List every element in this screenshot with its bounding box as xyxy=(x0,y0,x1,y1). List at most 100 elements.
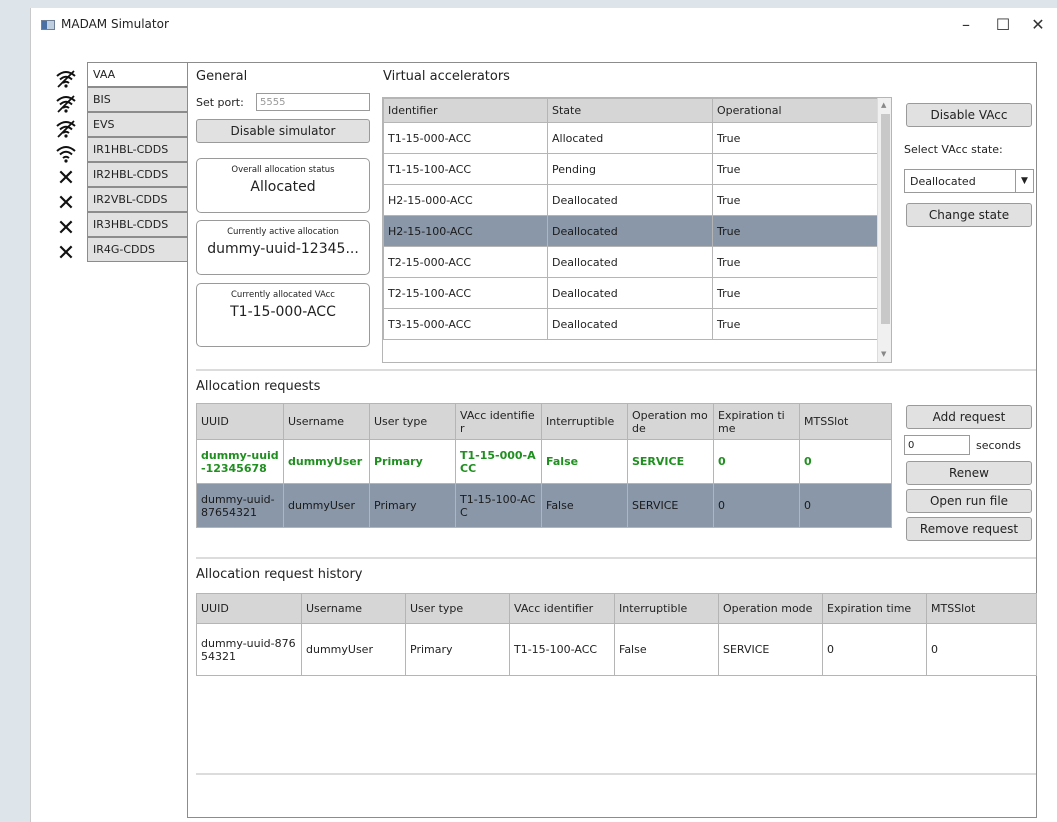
port-input[interactable] xyxy=(256,93,370,111)
maximize-button[interactable]: ☐ xyxy=(986,12,1020,38)
tab-ir2vbl-cdds[interactable]: IR2VBL-CDDS xyxy=(87,187,188,212)
active-allocation-label: Currently active allocation xyxy=(227,227,339,237)
table-cell: True xyxy=(712,215,878,247)
column-header[interactable]: Operation mode xyxy=(627,403,714,440)
wifi-off-icon xyxy=(53,93,79,115)
add-request-button[interactable]: Add request xyxy=(906,405,1032,429)
table-row[interactable]: dummy-uuid-12345678 dummyUser Primary T1-15… xyxy=(196,439,892,484)
table-cell: Allocated xyxy=(547,122,713,154)
vacc-state-select-value: Deallocated xyxy=(910,175,976,188)
table-row[interactable]: H2-15-100-ACC Deallocated True xyxy=(383,215,878,247)
column-header[interactable]: User type xyxy=(405,593,510,624)
table-row[interactable]: T1-15-000-ACC Allocated True xyxy=(383,122,878,154)
active-allocation-value: dummy-uuid-12345... xyxy=(207,241,359,257)
table-cell: Primary xyxy=(405,623,510,676)
tab-ir1hbl-cdds[interactable]: IR1HBL-CDDS xyxy=(87,137,188,162)
table-cell: Deallocated xyxy=(547,184,713,216)
seconds-input[interactable] xyxy=(904,435,970,455)
table-cell: 0 xyxy=(713,439,800,484)
separator xyxy=(196,773,1036,775)
table-cell: False xyxy=(614,623,719,676)
open-run-file-button[interactable]: Open run file xyxy=(906,489,1032,513)
column-header[interactable]: UUID xyxy=(196,593,302,624)
table-cell: dummy-uuid-87654321 xyxy=(196,623,302,676)
table-cell: dummyUser xyxy=(283,439,370,484)
chevron-down-icon[interactable]: ▼ xyxy=(1015,170,1033,192)
vacc-table-scrollbar[interactable]: ▲ ▼ xyxy=(877,98,891,362)
column-header[interactable]: State xyxy=(547,98,713,123)
remove-request-button[interactable]: Remove request xyxy=(906,517,1032,541)
renew-button[interactable]: Renew xyxy=(906,461,1032,485)
column-header[interactable]: Username xyxy=(301,593,406,624)
column-header[interactable]: Expiration time xyxy=(822,593,927,624)
table-cell: Deallocated xyxy=(547,215,713,247)
table-cell: True xyxy=(712,308,878,340)
table-row[interactable]: dummy-uuid-87654321 dummyUser Primary T1-15… xyxy=(196,623,1037,676)
change-state-button[interactable]: Change state xyxy=(906,203,1032,227)
table-row[interactable]: T2-15-100-ACC Deallocated True xyxy=(383,277,878,309)
active-allocation-card: Currently active allocation dummy-uuid-1… xyxy=(196,220,370,275)
tab-ir3hbl-cdds[interactable]: IR3HBL-CDDS xyxy=(87,212,188,237)
x-icon: ✕ xyxy=(56,166,76,191)
table-cell: 0 xyxy=(822,623,927,676)
virtual-accelerators-heading: Virtual accelerators xyxy=(383,69,510,84)
table-row[interactable]: T2-15-000-ACC Deallocated True xyxy=(383,246,878,278)
tab-vaa[interactable]: VAA xyxy=(87,62,190,87)
table-cell: True xyxy=(712,153,878,185)
column-header[interactable]: User type xyxy=(369,403,456,440)
table-row[interactable]: H2-15-000-ACC Deallocated True xyxy=(383,184,878,216)
x-icon: ✕ xyxy=(56,191,76,216)
table-cell: True xyxy=(712,184,878,216)
disable-vacc-button[interactable]: Disable VAcc xyxy=(906,103,1032,127)
disable-simulator-button[interactable]: Disable simulator xyxy=(196,119,370,143)
table-cell: T3-15-000-ACC xyxy=(383,308,548,340)
table-cell: Primary xyxy=(369,439,456,484)
tab-ir4g-cdds[interactable]: IR4G-CDDS xyxy=(87,237,188,262)
table-cell: Deallocated xyxy=(547,308,713,340)
tab-ir2hbl-cdds[interactable]: IR2HBL-CDDS xyxy=(87,162,188,187)
table-cell: 0 xyxy=(799,439,892,484)
allocated-vacc-card: Currently allocated VAcc T1-15-000-ACC xyxy=(196,283,370,347)
column-header[interactable]: VAcc identifier xyxy=(455,403,542,440)
wifi-icon xyxy=(53,143,79,165)
column-header[interactable]: Identifier xyxy=(383,98,548,123)
column-header[interactable]: UUID xyxy=(196,403,284,440)
close-button[interactable]: ✕ xyxy=(1021,12,1055,38)
table-row[interactable]: T3-15-000-ACC Deallocated True xyxy=(383,308,878,340)
table-cell: True xyxy=(712,277,878,309)
tab-bis[interactable]: BIS xyxy=(87,87,188,112)
table-cell: Deallocated xyxy=(547,277,713,309)
column-header[interactable]: Expiration time xyxy=(713,403,800,440)
tab-evs[interactable]: EVS xyxy=(87,112,188,137)
window-title: MADAM Simulator xyxy=(61,17,169,31)
vacc-state-select[interactable]: Deallocated ▼ xyxy=(904,169,1034,193)
table-row[interactable]: T1-15-100-ACC Pending True xyxy=(383,153,878,185)
table-cell: 0 xyxy=(799,483,892,528)
table-cell: SERVICE xyxy=(718,623,823,676)
column-header[interactable]: Interruptible xyxy=(541,403,628,440)
table-cell: dummyUser xyxy=(283,483,370,528)
table-cell: T2-15-100-ACC xyxy=(383,277,548,309)
allocated-vacc-value: T1-15-000-ACC xyxy=(230,304,336,320)
x-icon: ✕ xyxy=(56,216,76,241)
general-heading: General xyxy=(196,69,248,84)
title-bar[interactable]: MADAM Simulator – ☐ ✕ xyxy=(31,8,1057,44)
scroll-down-icon[interactable]: ▼ xyxy=(881,350,886,358)
separator xyxy=(196,369,1036,371)
scroll-up-icon[interactable]: ▲ xyxy=(881,101,886,109)
column-header[interactable]: Interruptible xyxy=(614,593,719,624)
vacc-table: Identifier State Operational T1-15-000-ACC… xyxy=(383,98,878,340)
table-cell: T2-15-000-ACC xyxy=(383,246,548,278)
column-header[interactable]: MTSSlot xyxy=(799,403,892,440)
vacc-scroll-thumb[interactable] xyxy=(881,114,890,324)
column-header[interactable]: VAcc identifier xyxy=(509,593,615,624)
column-header[interactable]: Username xyxy=(283,403,370,440)
wifi-off-icon xyxy=(53,68,79,90)
table-row[interactable]: dummy-uuid-87654321 dummyUser Primary T1-15… xyxy=(196,483,892,528)
allocation-requests-table: UUID Username User type VAcc identifier Inte… xyxy=(196,403,892,528)
column-header[interactable]: Operational xyxy=(712,98,878,123)
minimize-button[interactable]: – xyxy=(949,12,983,38)
allocated-vacc-label: Currently allocated VAcc xyxy=(231,290,335,300)
column-header[interactable]: MTSSlot xyxy=(926,593,1037,624)
column-header[interactable]: Operation mode xyxy=(718,593,823,624)
